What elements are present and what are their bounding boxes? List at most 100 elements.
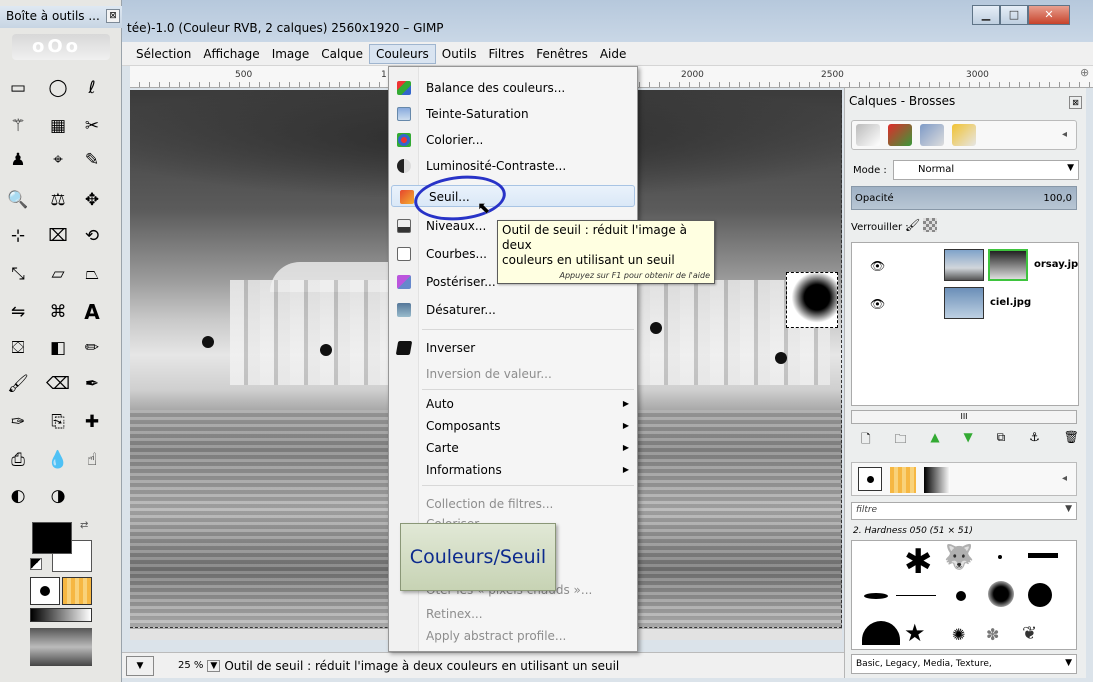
cage-icon[interactable]: ⌘ (44, 298, 72, 326)
menu-selection[interactable]: Sélection (130, 45, 197, 63)
leaf-brush-icon[interactable]: ❦ (1022, 623, 1037, 644)
dodge-burn-icon[interactable]: ◐ (4, 482, 32, 510)
menu-item-desaturer[interactable]: Désaturer... (389, 299, 637, 321)
ellipse-brush-icon[interactable] (864, 593, 888, 599)
text-icon[interactable]: A (78, 298, 106, 326)
menu-item-teinte[interactable]: Teinte-Saturation (389, 103, 637, 125)
free-select-icon[interactable]: ℓ (78, 74, 106, 102)
menu-item-retinex[interactable]: Retinex... (389, 603, 637, 625)
toolbox-close-button[interactable]: ⊠ (106, 9, 120, 23)
foreground-select-icon[interactable]: ♟ (4, 146, 32, 174)
ellipse-select-icon[interactable]: ◯ (44, 74, 72, 102)
foreground-color-swatch[interactable] (32, 522, 72, 554)
opacity-slider[interactable]: Opacité 100,0 (851, 186, 1077, 210)
channels-tab-icon[interactable] (888, 124, 912, 146)
star-small-brush-icon[interactable]: ★ (904, 621, 926, 645)
pencil-icon[interactable]: ✏ (78, 334, 106, 362)
bucket-fill-icon[interactable]: ⛋ (4, 334, 32, 362)
menu-outils[interactable]: Outils (436, 45, 483, 63)
scissors-icon[interactable]: ✂ (78, 112, 106, 140)
active-gradient-preview[interactable] (30, 608, 92, 622)
heal-icon[interactable]: ✚ (78, 408, 106, 436)
layers-scrollbar[interactable]: III (851, 410, 1077, 424)
eye-icon[interactable]: 👁 (870, 259, 885, 273)
navigate-button[interactable]: ▼ (126, 655, 154, 676)
menu-item-inverser[interactable]: Inverser (389, 337, 637, 359)
new-layer-group-icon[interactable]: 🗀 (895, 430, 907, 450)
lower-layer-icon[interactable]: ▼ (964, 430, 973, 450)
swap-colors-icon[interactable]: ⇄ (80, 520, 88, 531)
perspective-clone-icon[interactable]: ⎙ (4, 446, 32, 474)
paths-tab-icon[interactable] (920, 124, 944, 146)
menu-item-abstract-profile[interactable]: Apply abstract profile... (389, 625, 637, 647)
paintbrush-icon[interactable]: 🖌 (4, 370, 32, 398)
clone-icon[interactable]: ⎘ (44, 408, 72, 436)
eye-icon[interactable]: 👁 (870, 297, 885, 311)
round-brush-icon[interactable] (956, 591, 966, 601)
gradients-tab-icon[interactable] (924, 467, 950, 493)
hardness-brush-icon[interactable] (988, 581, 1014, 607)
patterns-tab-icon[interactable] (890, 467, 916, 493)
menu-item-carte[interactable]: Carte ▶ (389, 437, 637, 459)
blend-icon[interactable]: ◧ (44, 334, 72, 362)
default-colors-icon[interactable] (30, 558, 42, 570)
menu-image[interactable]: Image (266, 45, 316, 63)
airbrush-icon[interactable]: ✒ (78, 370, 106, 398)
opacity-value[interactable]: 100,0 (1043, 193, 1072, 204)
color-picker-icon[interactable]: ✎ (78, 146, 106, 174)
layers-tab-icon[interactable] (856, 124, 880, 146)
menu-item-balance[interactable]: Balance des couleurs... (389, 77, 637, 99)
active-image-thumbnail[interactable] (30, 628, 92, 666)
scale-icon[interactable]: ⤡ (4, 260, 32, 288)
select-by-color-icon[interactable]: ▦ (44, 112, 72, 140)
minimize-button[interactable]: ▁ (972, 5, 1000, 25)
layer-row[interactable]: 👁 orsay.jp (852, 247, 1078, 285)
layer-row[interactable]: 👁 ciel.jpg (852, 285, 1078, 323)
fuzzy-select-icon[interactable]: ⚚ (4, 112, 32, 140)
menu-item-collection-filtres[interactable]: Collection de filtres... (389, 493, 637, 515)
crop-icon[interactable]: ⌧ (44, 222, 72, 250)
zoom-dropdown[interactable]: ▼ (207, 659, 221, 672)
zoom-icon[interactable]: 🔍 (4, 186, 32, 214)
line-brush-icon[interactable] (1028, 553, 1058, 558)
wilber-brush-icon[interactable]: 🐺 (944, 543, 974, 571)
zoom-value[interactable]: 25 % (178, 660, 203, 671)
anchor-layer-icon[interactable]: ⚓ (1029, 430, 1040, 450)
mode-select[interactable]: Normal ▼ (893, 160, 1079, 180)
menu-fenetres[interactable]: Fenêtres (530, 45, 594, 63)
lock-alpha-icon[interactable] (923, 218, 937, 232)
rect-select-icon[interactable]: ▭ (4, 74, 32, 102)
zoom-corner-icon[interactable]: ⊕ (1080, 66, 1089, 79)
brush-filter-input[interactable]: filtre ▼ (851, 502, 1077, 520)
blur-icon[interactable]: 💧 (44, 446, 72, 474)
lock-pixels-icon[interactable]: 🖌 (905, 218, 920, 232)
menu-item-informations[interactable]: Informations ▶ (389, 459, 637, 481)
raise-layer-icon[interactable]: ▲ (930, 430, 939, 450)
small-dot-brush-icon[interactable] (998, 555, 1002, 559)
hard-round-brush-icon[interactable] (1028, 583, 1052, 607)
menu-item-colorier[interactable]: Colorier... (389, 129, 637, 151)
menu-filtres[interactable]: Filtres (482, 45, 530, 63)
menu-aide[interactable]: Aide (594, 45, 633, 63)
duplicate-layer-icon[interactable]: ⧉ (997, 430, 1006, 450)
maximize-button[interactable]: □ (1000, 5, 1028, 25)
half-circle-brush-icon[interactable] (862, 621, 900, 645)
tab-menu-icon[interactable]: ◂ (1062, 473, 1067, 484)
measure-icon[interactable]: ⚖ (44, 186, 72, 214)
close-button[interactable]: ✕ (1028, 5, 1070, 25)
texture-brush-icon[interactable]: ✽ (986, 625, 999, 644)
brush-grid[interactable]: ✱ 🐺 ★ ✺ ✽ ❦ (851, 540, 1077, 650)
smudge-icon[interactable]: ☝ (78, 446, 106, 474)
star-brush-icon[interactable]: ✱ (904, 545, 933, 579)
menu-couleurs[interactable]: Couleurs (368, 43, 436, 64)
active-pattern-preview[interactable] (62, 577, 92, 605)
align-icon[interactable]: ⊹ (4, 222, 32, 250)
menu-calque[interactable]: Calque (315, 45, 369, 63)
move-icon[interactable]: ✥ (78, 186, 106, 214)
flip-icon[interactable]: ⇋ (4, 298, 32, 326)
paths-icon[interactable]: ⌖ (44, 146, 72, 174)
menu-item-luminosite[interactable]: Luminosité-Contraste... (389, 155, 637, 177)
ink-icon[interactable]: ✑ (4, 408, 32, 436)
dock-close-button[interactable]: ⊠ (1069, 96, 1082, 109)
menu-item-auto[interactable]: Auto ▶ (389, 393, 637, 415)
